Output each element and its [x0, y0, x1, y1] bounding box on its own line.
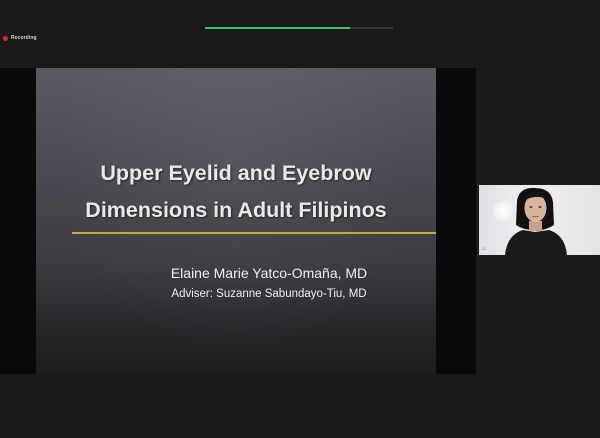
participant-video-tile[interactable]: ⊿	[479, 185, 600, 255]
slide-author: Elaine Marie Yatco-Omaña, MD	[170, 265, 368, 281]
recording-indicator[interactable]: Recording	[3, 34, 37, 42]
recording-label: Recording	[11, 35, 37, 41]
recording-dot-icon	[3, 35, 8, 41]
slide-adviser: Adviser: Suzanne Sabundayo-Tiu, MD	[171, 288, 367, 300]
slide-title-line-1: Upper Eyelid and Eyebrow	[100, 161, 372, 185]
loading-progress-bar	[205, 27, 393, 29]
shared-slide: Upper Eyelid and Eyebrow Dimensions in A…	[36, 68, 436, 374]
loading-progress-fill	[205, 27, 350, 29]
slide-divider	[72, 232, 436, 234]
participant-avatar-icon	[505, 187, 567, 255]
slide-title-line-2: Dimensions in Adult Filipinos	[85, 198, 387, 222]
camera-corner-icon: ⊿	[481, 246, 487, 252]
meeting-top-bar: Recording	[0, 0, 600, 68]
